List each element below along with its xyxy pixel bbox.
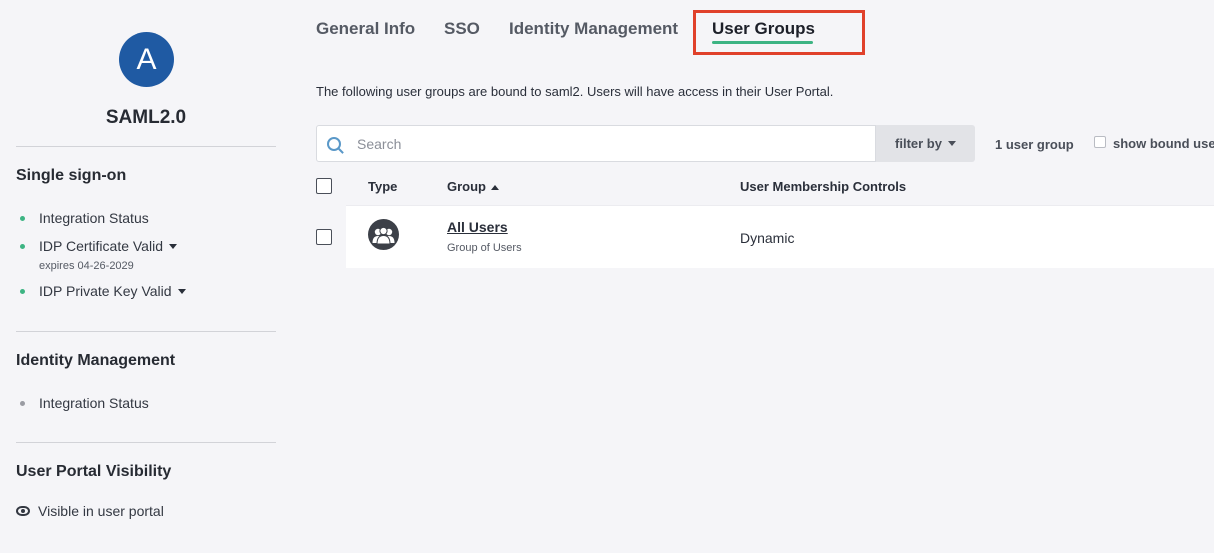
search-bar xyxy=(316,125,876,162)
sso-integration-status: Integration Status xyxy=(16,210,149,226)
column-header-membership: User Membership Controls xyxy=(740,179,907,194)
users-group-icon xyxy=(368,219,399,250)
show-bound-label: show bound use xyxy=(1113,136,1214,151)
filter-by-button[interactable]: filter by xyxy=(876,125,975,162)
filter-label: filter by xyxy=(895,136,942,151)
portal-section-title: User Portal Visibility xyxy=(16,463,172,480)
show-bound-toggle[interactable]: show bound use xyxy=(1094,135,1214,151)
status-label: IDP Certificate Valid xyxy=(39,238,163,254)
column-header-group-label: Group xyxy=(447,179,486,194)
identity-integration-status: Integration Status xyxy=(16,395,149,411)
app-avatar: A xyxy=(119,32,174,87)
sso-section-title: Single sign-on xyxy=(16,167,127,184)
status-dot-icon xyxy=(20,288,25,294)
divider xyxy=(16,146,276,147)
tab-identity-management[interactable]: Identity Management xyxy=(509,19,678,39)
status-dot-icon xyxy=(20,400,25,406)
group-subtitle: Group of Users xyxy=(447,242,522,254)
group-count: 1 user group xyxy=(995,137,1074,152)
divider xyxy=(16,442,276,443)
select-all-checkbox[interactable] xyxy=(316,178,332,194)
status-label: IDP Private Key Valid xyxy=(39,283,172,299)
chevron-down-icon[interactable] xyxy=(168,243,177,249)
chevron-down-icon xyxy=(947,141,956,146)
certificate-expiry: expires 04-26-2029 xyxy=(39,260,134,272)
sidebar: A SAML2.0 Single sign-on Integration Sta… xyxy=(16,0,276,553)
row-checkbox[interactable] xyxy=(316,229,332,245)
status-label: Integration Status xyxy=(39,395,149,411)
column-header-type: Type xyxy=(368,179,398,194)
search-icon xyxy=(327,136,341,151)
highlight-annotation xyxy=(693,10,865,55)
status-dot-icon xyxy=(20,215,25,221)
intro-text: The following user groups are bound to s… xyxy=(316,84,834,99)
show-bound-checkbox[interactable] xyxy=(1094,135,1106,148)
tab-sso[interactable]: SSO xyxy=(444,19,480,39)
identity-section-title: Identity Management xyxy=(16,352,176,369)
eye-icon xyxy=(16,506,30,516)
membership-value: Dynamic xyxy=(740,230,795,246)
divider xyxy=(16,331,276,332)
search-input[interactable] xyxy=(357,135,837,152)
sort-ascending-icon xyxy=(491,185,499,191)
tab-general-info[interactable]: General Info xyxy=(316,19,415,39)
status-dot-icon xyxy=(20,243,25,249)
idp-private-key-status[interactable]: IDP Private Key Valid xyxy=(16,283,186,299)
group-name-link[interactable]: All Users xyxy=(447,219,508,235)
portal-visibility: Visible in user portal xyxy=(16,503,164,519)
idp-certificate-status[interactable]: IDP Certificate Valid xyxy=(16,238,177,254)
chevron-down-icon[interactable] xyxy=(177,288,186,294)
status-label: Integration Status xyxy=(39,210,149,226)
visibility-label: Visible in user portal xyxy=(38,503,164,519)
users-group-icon-graphic xyxy=(372,226,395,244)
app-name: SAML2.0 xyxy=(105,107,187,128)
column-header-group[interactable]: Group xyxy=(447,179,499,194)
